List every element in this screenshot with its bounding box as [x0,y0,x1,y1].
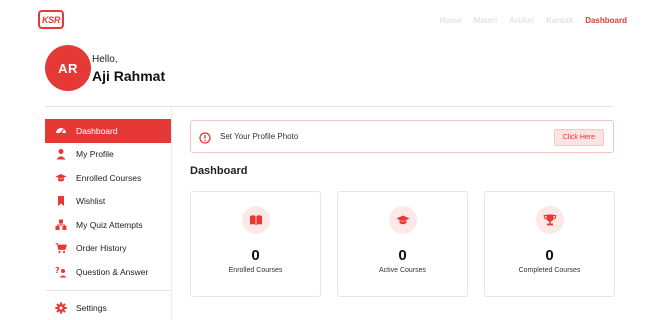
sidebar-item-quiz-attempts[interactable]: My Quiz Attempts [45,213,171,237]
nav-dashboard[interactable]: Dashboard [585,16,627,25]
sidebar-item-wishlist[interactable]: Wishlist [45,190,171,214]
alert-text: Set Your Profile Photo [220,132,299,141]
profile-divider [45,106,613,107]
question-answer-icon: ? [55,266,67,278]
sidebar-item-enrolled-courses[interactable]: Enrolled Courses [45,166,171,190]
stat-value: 0 [251,247,260,264]
greeting: Hello, [92,54,118,65]
sidebar-item-label: Order History [76,243,127,254]
nav-materi[interactable]: Materi [474,16,498,25]
stat-card-active: 0 Active Courses [337,191,468,297]
sidebar-item-order-history[interactable]: Order History [45,237,171,261]
sidebar-item-label: Settings [76,303,107,314]
gauge-icon [55,125,67,137]
sidebar-item-label: Enrolled Courses [76,172,142,183]
stat-value: 0 [398,247,407,264]
alert-circle-icon [199,131,211,144]
stat-label: Enrolled Courses [228,267,283,274]
logo-text: KSR [41,14,61,25]
stat-value: 0 [545,247,554,264]
cart-icon [55,242,67,254]
book-icon [241,206,270,234]
sidebar-divider [45,289,171,291]
sidebar-item-label: My Profile [76,149,114,160]
gear-icon [55,302,67,314]
dashboard-page: KSR Home Materi Artikel Kontak Dashboard… [0,0,649,320]
user-icon [55,148,67,160]
avatar: AR [45,45,91,91]
sidebar-item-label: Dashboard [76,125,118,136]
sidebar-item-label: My Quiz Attempts [76,219,143,230]
nav-kontak[interactable]: Kontak [546,16,573,25]
sidebar-item-dashboard[interactable]: Dashboard [45,119,171,143]
stat-card-completed: 0 Completed Courses [484,191,615,297]
graduation-cap-icon [55,172,67,184]
section-title: Dashboard [190,165,248,177]
click-here-button[interactable]: Click Here [553,129,604,146]
sidebar-item-my-profile[interactable]: My Profile [45,143,171,167]
sidebar-item-settings[interactable]: Settings [45,297,171,320]
svg-text:?: ? [55,266,60,275]
sidebar-item-label: Question & Answer [76,266,149,277]
top-nav: Home Materi Artikel Kontak Dashboard [439,16,627,25]
sidebar-divider-vertical [171,107,172,320]
profile-photo-alert: Set Your Profile Photo Click Here [190,120,614,153]
site-logo[interactable]: KSR [38,10,64,29]
stat-card-enrolled: 0 Enrolled Courses [190,191,321,297]
sidebar-item-question-answer[interactable]: ? Question & Answer [45,260,171,284]
stat-label: Completed Courses [518,267,581,274]
quiz-icon [55,219,67,231]
user-name: Aji Rahmat [92,68,166,84]
sidebar: Dashboard My Profile Enrolled Courses Wi… [45,119,171,320]
stat-label: Active Courses [378,267,427,274]
nav-home[interactable]: Home [439,16,461,25]
graduation-cap-icon [388,206,417,234]
nav-artikel[interactable]: Artikel [509,16,534,25]
bookmark-icon [55,195,67,207]
trophy-icon [535,206,564,234]
sidebar-item-label: Wishlist [76,196,106,207]
